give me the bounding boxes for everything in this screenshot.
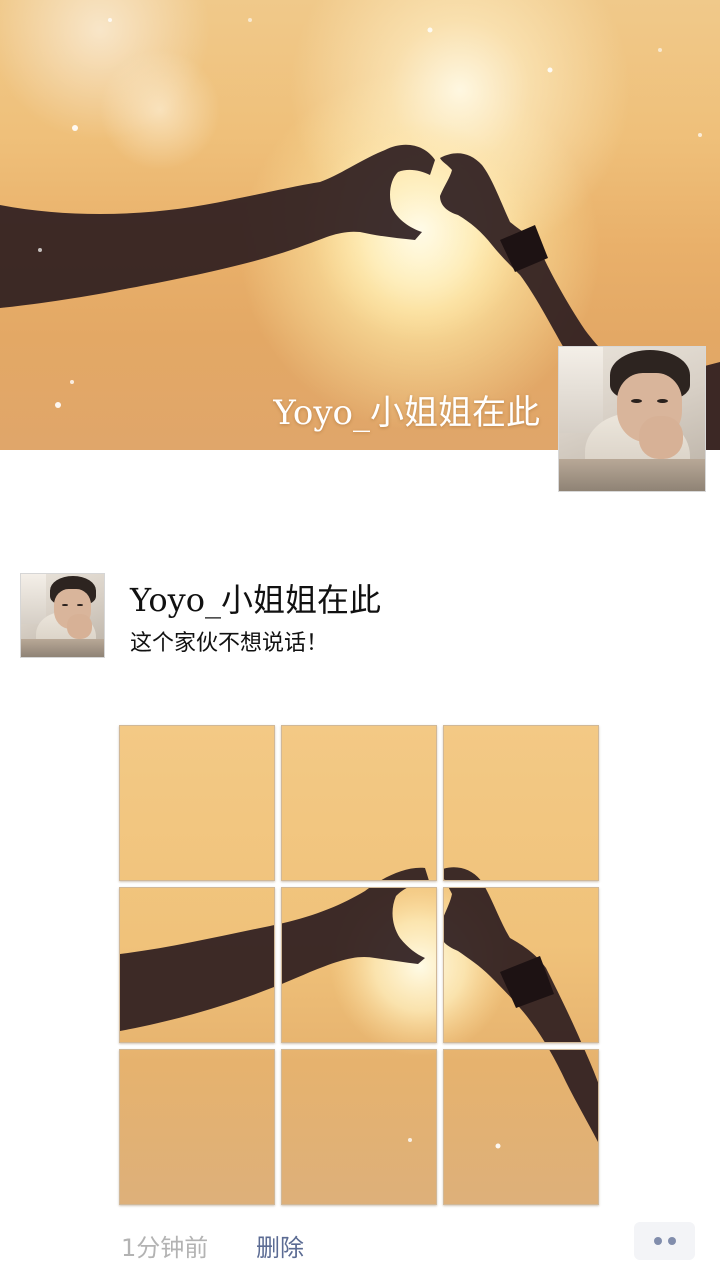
cover-user-name: Yoyo_小姐姐在此	[273, 393, 540, 433]
grid-image[interactable]	[119, 887, 275, 1043]
photo-segment	[282, 726, 436, 880]
image-grid	[119, 725, 599, 1207]
post-text: 这个家伙不想说话！	[130, 631, 329, 656]
avatar-photo	[559, 347, 705, 491]
grid-image[interactable]	[119, 725, 275, 881]
grid-image[interactable]	[281, 725, 437, 881]
grid-image[interactable]	[119, 1049, 275, 1205]
post-timestamp: 1分钟前	[121, 1234, 209, 1262]
photo-segment	[120, 888, 274, 1042]
post-user-name[interactable]: Yoyo_小姐姐在此	[130, 575, 381, 621]
avatar-photo	[21, 574, 104, 657]
delete-button[interactable]: 删除	[256, 1228, 304, 1263]
grid-image[interactable]	[281, 1049, 437, 1205]
photo-segment	[282, 1050, 436, 1204]
photo-segment	[120, 726, 274, 880]
photo-segment	[444, 1050, 598, 1204]
photo-segment	[444, 888, 598, 1042]
more-dots-icon	[667, 1237, 676, 1245]
post-avatar[interactable]	[20, 573, 105, 658]
more-dots-icon	[653, 1237, 662, 1245]
photo-segment	[444, 726, 598, 880]
photo-segment	[120, 1050, 274, 1204]
grid-image[interactable]	[281, 887, 437, 1043]
more-button[interactable]	[634, 1222, 695, 1260]
grid-image[interactable]	[443, 725, 599, 881]
grid-image[interactable]	[443, 887, 599, 1043]
grid-image[interactable]	[443, 1049, 599, 1205]
cover-avatar[interactable]	[558, 346, 706, 492]
photo-segment	[282, 888, 436, 1042]
